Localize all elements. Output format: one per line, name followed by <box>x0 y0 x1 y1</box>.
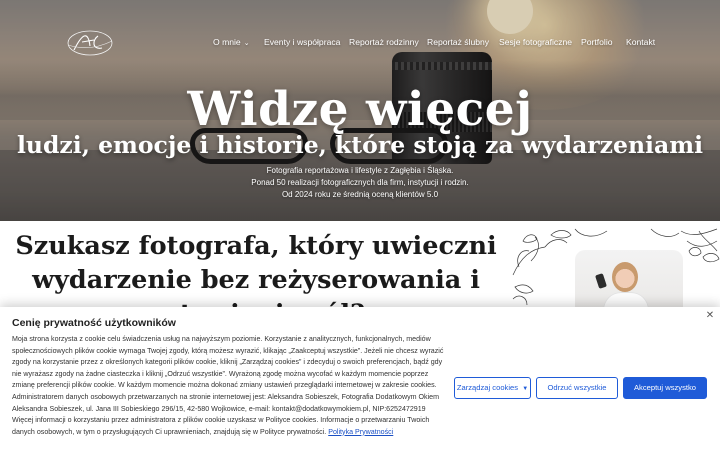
hero-title: Widzę więcej <box>187 82 533 137</box>
chevron-down-icon: ▼ <box>522 386 529 392</box>
cookie-text: Moja strona korzysta z cookie celu świad… <box>12 334 452 438</box>
nav-item-reportaz-slubny[interactable]: Reportaż ślubny <box>427 37 489 47</box>
hero-tagline-1: Fotografia reportażowa i lifestyle z Zag… <box>266 166 454 175</box>
manage-cookies-label: Zarządzaj cookies <box>456 383 519 392</box>
nav-item-reportaz-rodzinny[interactable]: Reportaż rodzinny <box>349 37 419 47</box>
close-icon[interactable]: ✕ <box>703 309 717 323</box>
cookie-text-main: Moja strona korzysta z cookie celu świad… <box>12 335 444 413</box>
reject-all-button[interactable]: Odrzuć wszystkie <box>536 377 618 399</box>
hero-subtitle: ludzi, emocje i historie, które stoją za… <box>16 131 704 159</box>
nav-item-portfolio[interactable]: Portfolio <box>581 37 613 47</box>
section-heading-line: Szukasz fotografa, który uwieczni <box>15 231 497 261</box>
nav-item-eventy[interactable]: Eventy i współpraca <box>264 37 340 47</box>
privacy-policy-link[interactable]: Polityka Prywatności <box>328 428 393 436</box>
nav-item-sesje[interactable]: Sesje fotograficzne <box>499 37 572 47</box>
chevron-down-icon: ⌄ <box>243 40 250 47</box>
cookie-title: Cenię prywatność użytkowników <box>12 317 176 329</box>
hero-tagline-2: Ponad 50 realizacji fotograficznych dla … <box>251 178 469 187</box>
nav-item-kontakt[interactable]: Kontakt <box>626 37 655 47</box>
signature-logo[interactable] <box>64 26 116 60</box>
accept-all-button[interactable]: Akceptuj wszystko <box>623 377 707 399</box>
nav-item-label: O mnie <box>213 37 241 47</box>
section-heading-line: wydarzenie bez reżyserowania i <box>32 265 480 295</box>
nav-item-o-mnie[interactable]: O mnie ⌄ <box>213 37 250 47</box>
manage-cookies-button[interactable]: Zarządzaj cookies ▼ <box>454 377 531 399</box>
hero-tagline-3: Od 2024 roku ze średnią oceną klientów 5… <box>281 190 439 199</box>
portrait-person <box>612 262 638 292</box>
